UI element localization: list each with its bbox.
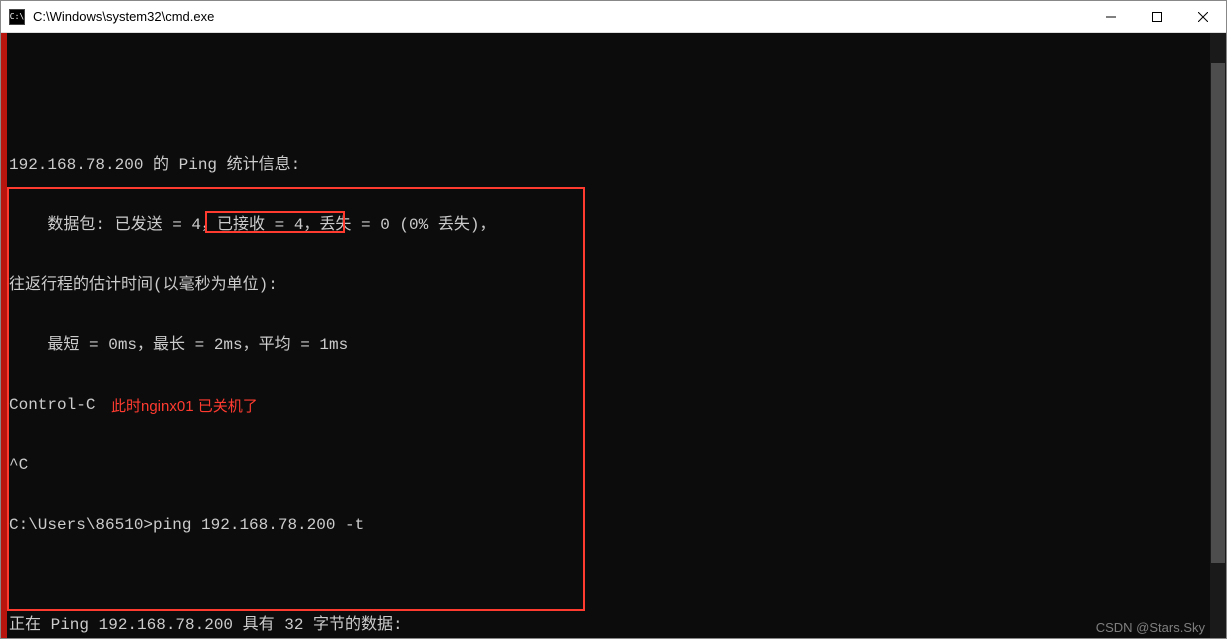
terminal-line: 最短 = 0ms，最长 = 2ms，平均 = 1ms <box>9 335 1226 355</box>
window-title: C:\Windows\system32\cmd.exe <box>33 9 214 24</box>
cmd-icon: C:\ <box>9 9 25 25</box>
minimize-button[interactable] <box>1088 1 1134 32</box>
terminal-area[interactable]: 192.168.78.200 的 Ping 统计信息: 数据包: 已发送 = 4… <box>1 33 1226 638</box>
terminal-line: 往返行程的估计时间(以毫秒为单位): <box>9 275 1226 295</box>
close-icon <box>1198 12 1208 22</box>
vertical-scrollbar[interactable] <box>1210 33 1226 638</box>
terminal-line: ^C <box>9 455 1226 475</box>
minimize-icon <box>1106 12 1116 22</box>
titlebar[interactable]: C:\ C:\Windows\system32\cmd.exe <box>1 1 1226 33</box>
terminal-line: 192.168.78.200 的 Ping 统计信息: <box>9 155 1226 175</box>
cmd-window: C:\ C:\Windows\system32\cmd.exe 192.168.… <box>0 0 1227 639</box>
terminal-content: 192.168.78.200 的 Ping 统计信息: 数据包: 已发送 = 4… <box>7 75 1226 638</box>
annotation-text: 此时nginx01 已关机了 <box>111 397 258 417</box>
maximize-button[interactable] <box>1134 1 1180 32</box>
terminal-line: 数据包: 已发送 = 4，已接收 = 4，丢失 = 0 (0% 丢失)， <box>9 215 1226 235</box>
maximize-icon <box>1152 12 1162 22</box>
terminal-line: C:\Users\86510>ping 192.168.78.200 -t <box>9 515 1226 535</box>
scrollbar-thumb[interactable] <box>1211 63 1225 563</box>
close-button[interactable] <box>1180 1 1226 32</box>
window-controls <box>1088 1 1226 32</box>
terminal-line: 正在 Ping 192.168.78.200 具有 32 字节的数据: <box>9 615 1226 635</box>
watermark: CSDN @Stars.Sky <box>1096 620 1205 635</box>
